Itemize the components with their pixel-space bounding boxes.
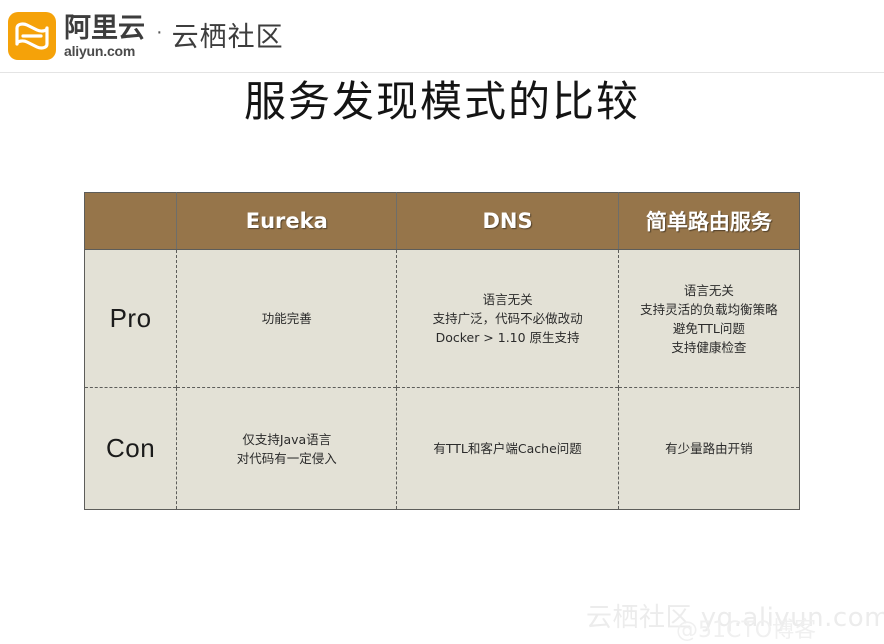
table-row: Con 仅支持Java语言 对代码有一定侵入 有TTL和客户端Cache问题 有少… (84, 387, 800, 510)
comparison-table: Eureka DNS 简单路由服务 Pro 功能完善 语言无关 支持广泛，代码不必… (84, 192, 800, 510)
cell-con-simple-routing: 有少量路由开销 (618, 387, 800, 510)
table-header-simple-routing: 简单路由服务 (618, 192, 800, 250)
page-title: 服务发现模式的比较 (243, 77, 640, 126)
table-header-corner (84, 192, 178, 250)
table-header-row: Eureka DNS 简单路由服务 (84, 192, 800, 250)
cell-pro-eureka: 功能完善 (176, 249, 398, 388)
table-header-eureka: Eureka (176, 192, 398, 250)
cell-con-dns: 有TTL和客户端Cache问题 (396, 387, 619, 510)
aliyun-cloud-logo-icon (8, 12, 56, 60)
brand-separator-dot: · (156, 21, 163, 43)
brand-wordmark: 阿里云 aliyun.com (64, 15, 145, 58)
cell-pro-simple-routing: 语言无关 支持灵活的负载均衡策略 避免TTL问题 支持健康检查 (618, 249, 800, 388)
table-row: Pro 功能完善 语言无关 支持广泛，代码不必做改动 Docker > 1.10 原… (84, 249, 800, 388)
brand-community-name: 云栖社区 (171, 22, 284, 53)
brand-name-en: aliyun.com (64, 42, 136, 59)
cell-con-eureka: 仅支持Java语言 对代码有一定侵入 (176, 387, 398, 510)
table-header-dns: DNS (396, 192, 619, 250)
brand-header-bar: 阿里云 aliyun.com · 云栖社区 (0, 0, 884, 73)
cell-pro-dns: 语言无关 支持广泛，代码不必做改动 Docker > 1.10 原生支持 (396, 249, 619, 388)
row-label-pro: Pro (84, 249, 178, 388)
brand-name-cn: 阿里云 (64, 12, 145, 44)
watermark-51cto: @51CTO博客 (676, 618, 817, 643)
row-label-con: Con (84, 387, 178, 510)
